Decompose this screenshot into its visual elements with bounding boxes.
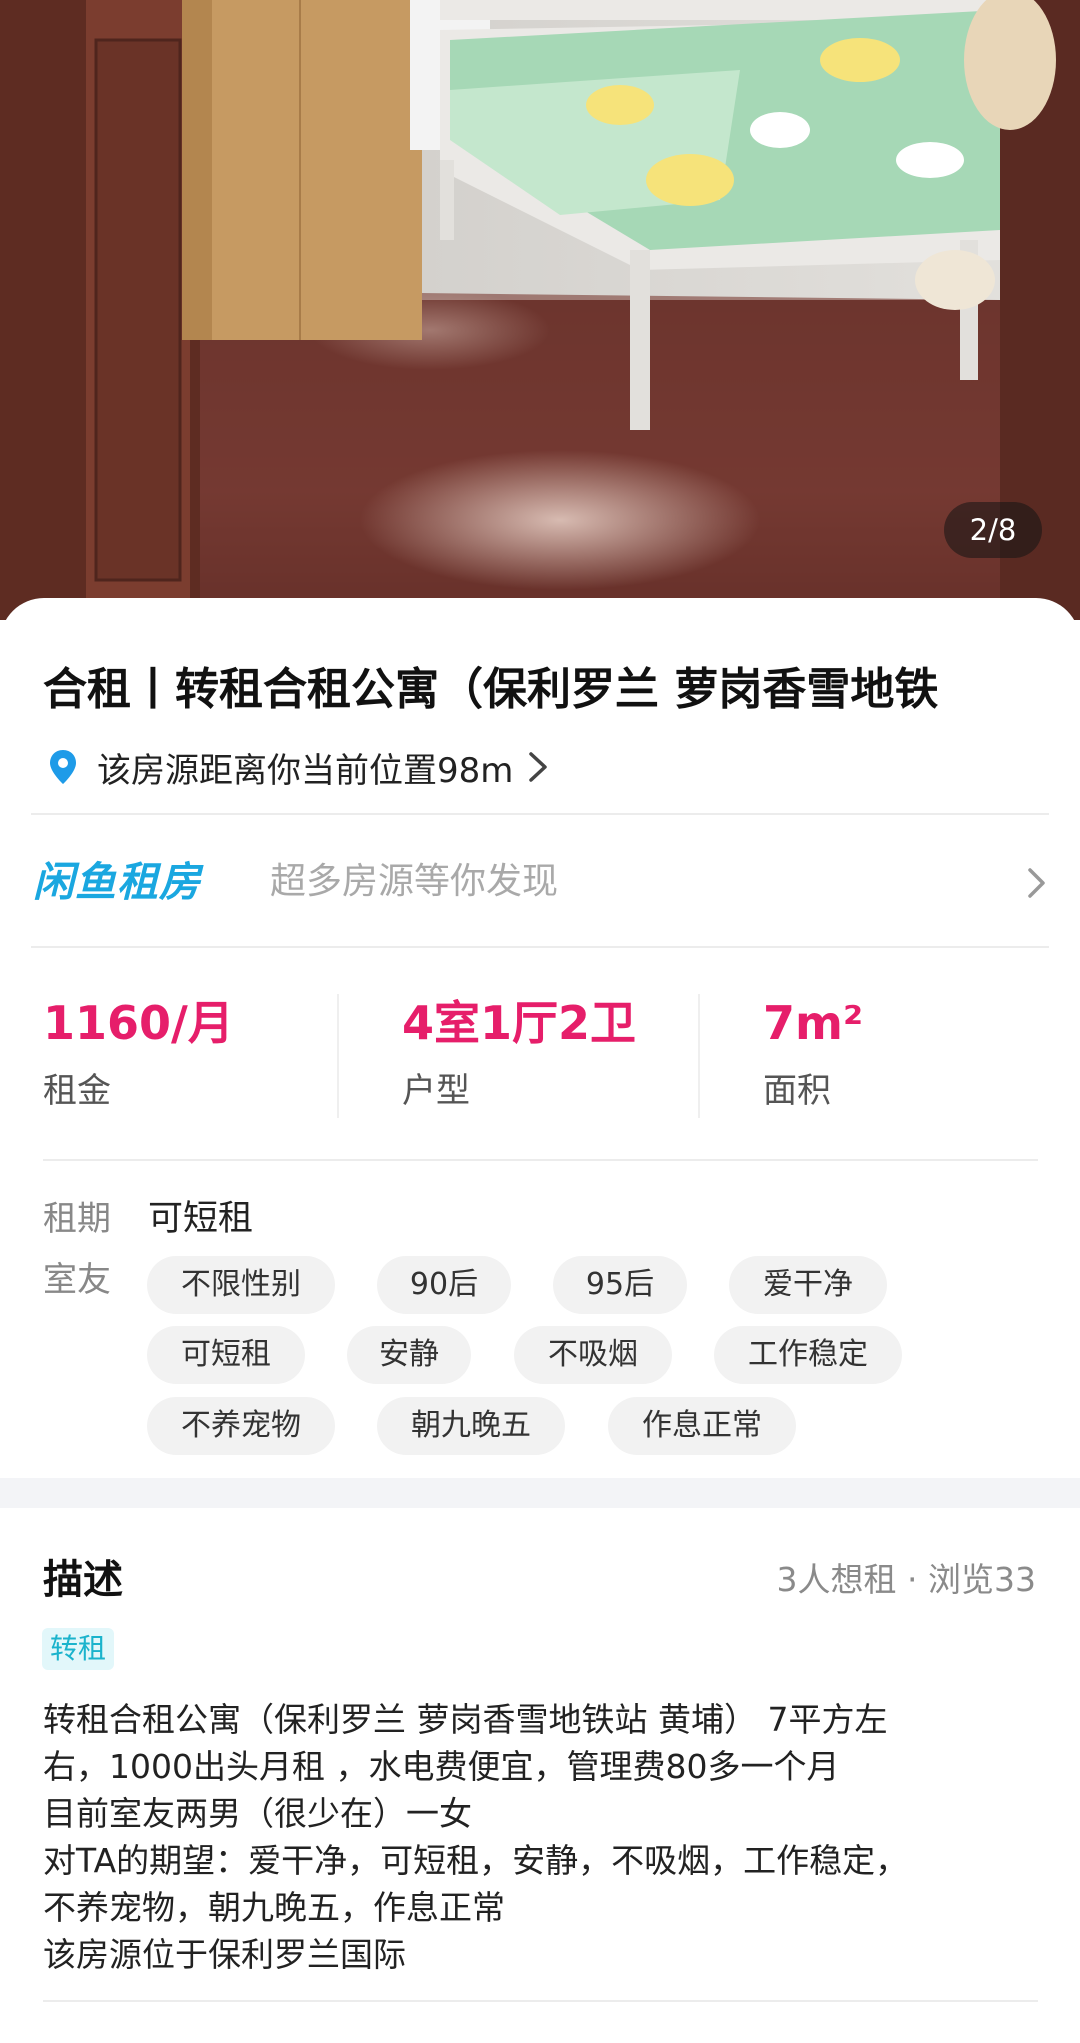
roommate-tag: 朝九晚五 [377,1397,565,1455]
description-line: 对TA的期望：爱干净，可短租，安静，不吸烟，工作稳定， [43,1841,909,1880]
description-line: 右，1000出头月租 ，水电费便宜，管理费80多一个月 [43,1747,840,1786]
roommate-tag: 爱干净 [729,1256,887,1314]
listing-title: 合租丨转租合租公寓（保利罗兰 萝岗香雪地铁 [43,664,939,715]
roommate-tag: 作息正常 [608,1397,796,1455]
roommate-tag: 工作稳定 [714,1326,902,1384]
description-line: 不养宠物，朝九晚五，作息正常 [43,1888,505,1927]
roommate-tag: 可短租 [147,1326,305,1384]
lease-label: 租期 [43,1199,111,1239]
roommate-tag: 90后 [377,1256,511,1314]
divider [31,946,1049,948]
xianyu-rent-logo[interactable]: 闲鱼租房 [33,856,201,908]
chevron-right-icon [529,752,548,782]
area-value: 7m² [763,996,864,1050]
description-line: 转租合租公寓（保利罗兰 萝岗香雪地铁站 黄埔） 7平方左 [43,1700,888,1739]
sublet-badge: 转租 [42,1628,115,1670]
roommate-tag: 不吸烟 [514,1326,672,1384]
layout-label: 户型 [402,1071,470,1111]
rent-value: 1160/月 [43,996,234,1050]
stat-layout: 4室1厅2卫 户型 [402,994,636,1112]
rent-label: 租金 [43,1071,111,1111]
roommate-tag: 不限性别 [147,1256,335,1314]
divider [43,1159,1038,1161]
stat-separator [337,994,339,1118]
description-body: 转租合租公寓（保利罗兰 萝岗香雪地铁站 黄埔） 7平方左 右，1000出头月租 … [43,1696,1043,1978]
roommate-tag: 不养宠物 [147,1397,335,1455]
room-photo-image [0,0,1080,620]
area-label: 面积 [763,1071,831,1111]
roommate-tag: 安静 [347,1326,471,1384]
photo-counter: 2/8 [944,502,1042,558]
chevron-right-icon[interactable] [1026,866,1048,900]
banner-slogan[interactable]: 超多房源等你发现 [270,856,558,908]
lease-value: 可短租 [148,1199,254,1239]
listing-photo[interactable]: 2/8 [0,0,1080,620]
location-distance-text: 该房源距离你当前位置98m [97,750,514,791]
description-line: 该房源位于保利罗兰国际 [43,1935,406,1974]
stat-rent: 1160/月 租金 [43,994,234,1112]
section-separator [0,1478,1080,1508]
location-pin-icon [50,750,76,784]
layout-value: 4室1厅2卫 [402,996,637,1050]
roommate-label: 室友 [43,1260,111,1300]
description-line: 目前室友两男（很少在）一女 [43,1794,472,1833]
roommate-tag: 95后 [553,1256,687,1314]
stat-area: 7m² 面积 [763,994,863,1112]
divider [31,813,1049,815]
location-row[interactable]: 该房源距离你当前位置98m [43,742,551,792]
description-meta: 3人想租 · 浏览33 [776,1560,1036,1599]
stat-separator [698,994,700,1118]
divider [43,2000,1038,2002]
description-heading: 描述 [43,1557,123,1603]
